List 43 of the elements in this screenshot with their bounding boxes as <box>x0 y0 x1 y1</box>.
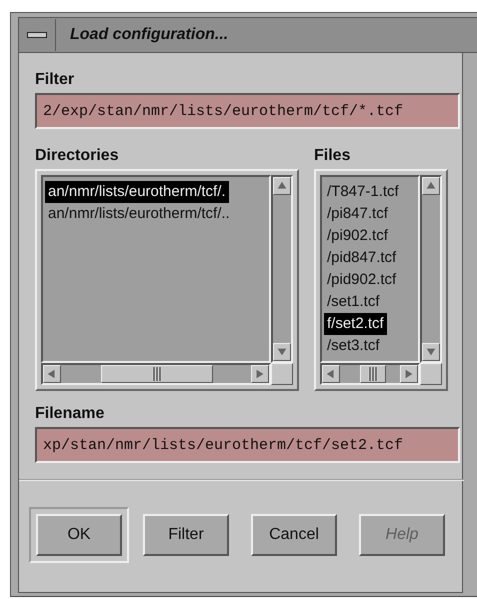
dialog-button[interactable]: Cancel <box>251 514 337 556</box>
scroll-arrow-button[interactable] <box>322 365 340 383</box>
scroll-arrow-button[interactable] <box>273 177 291 195</box>
list-item[interactable]: /set3.tcf <box>324 335 383 357</box>
scroll-arrow-button[interactable] <box>400 365 418 383</box>
scrollbar-corner <box>271 363 293 385</box>
scroll-arrow-button[interactable] <box>273 343 291 361</box>
triangle-icon <box>276 346 288 358</box>
horizontal-scrollbar[interactable] <box>320 363 420 385</box>
list-item[interactable]: an/nmr/lists/eurotherm/tcf/.. <box>45 203 233 225</box>
scroll-arrow-button[interactable] <box>422 177 440 195</box>
triangle-icon <box>403 368 415 380</box>
dialog-button[interactable]: OK <box>36 514 122 556</box>
filename-field[interactable]: xp/stan/nmr/lists/eurotherm/tcf/set2.tcf <box>35 427 460 463</box>
triangle-icon <box>425 346 437 358</box>
scroll-arrow-button[interactable] <box>422 343 440 361</box>
directories-label: Directories <box>35 147 120 165</box>
list-item[interactable]: /pid847.tcf <box>324 247 400 269</box>
list-item[interactable]: /pi902.tcf <box>324 225 391 247</box>
triangle-icon <box>254 368 266 380</box>
vertical-scrollbar[interactable] <box>271 175 293 363</box>
horizontal-scrollbar[interactable] <box>41 363 271 385</box>
files-label: Files <box>314 147 352 165</box>
list-item[interactable]: an/nmr/lists/eurotherm/tcf/. <box>45 181 229 203</box>
filename-label: Filename <box>35 405 106 423</box>
list-item[interactable]: /T847-1.tcf <box>324 181 402 203</box>
grip-icon <box>153 367 161 381</box>
list-item[interactable]: /set1.tcf <box>324 291 383 313</box>
scroll-thumb[interactable] <box>360 365 386 383</box>
scroll-arrow-button[interactable] <box>251 365 269 383</box>
dialog-button[interactable]: Filter <box>143 514 229 556</box>
scroll-arrow-button[interactable] <box>43 365 61 383</box>
list-item[interactable]: f/set2.tcf <box>324 313 387 335</box>
list-item[interactable]: /pid902.tcf <box>324 269 400 291</box>
scroll-thumb[interactable] <box>101 365 213 383</box>
scrollbar-corner <box>420 363 442 385</box>
filter-label: Filter <box>35 71 76 89</box>
window-title: Load configuration... <box>70 26 228 44</box>
vertical-scrollbar[interactable] <box>420 175 442 363</box>
dash-icon <box>27 32 47 38</box>
list-item[interactable]: /pi847.tcf <box>324 203 391 225</box>
filter-field[interactable]: 2/exp/stan/nmr/lists/eurotherm/tcf/*.tcf <box>35 93 460 129</box>
grip-icon <box>369 367 377 381</box>
